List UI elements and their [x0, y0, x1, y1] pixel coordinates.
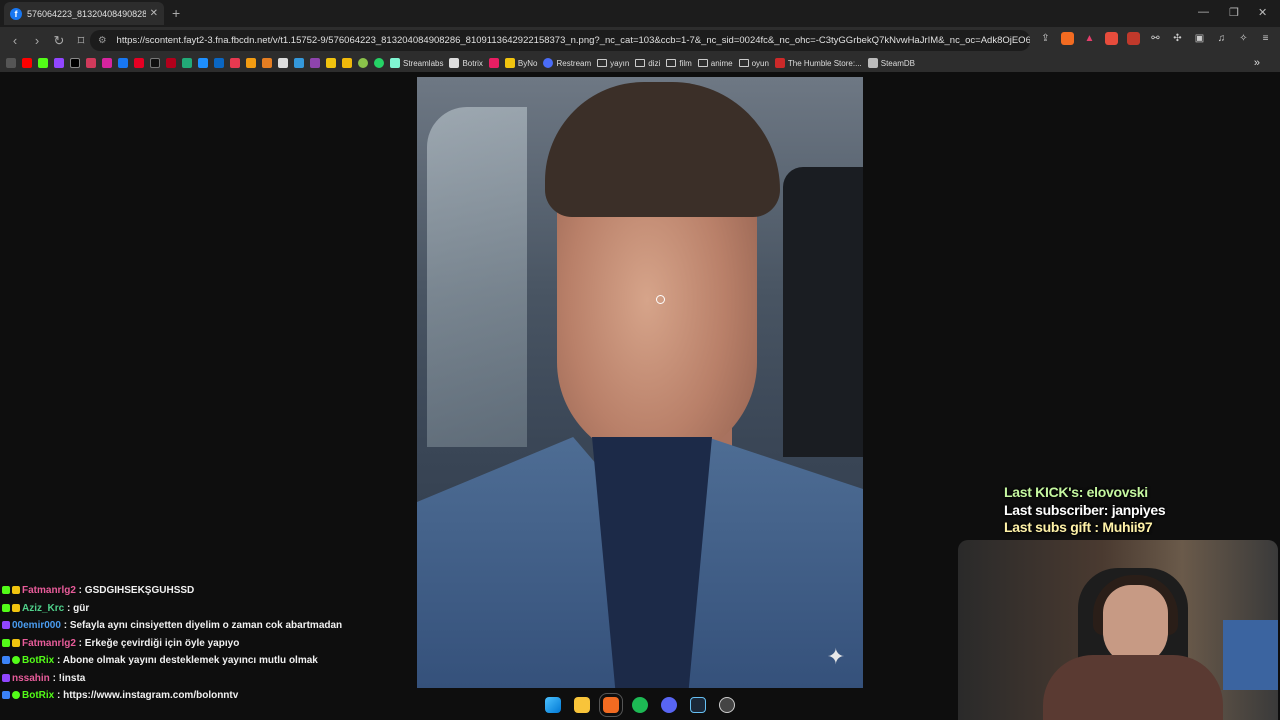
windows-start-icon[interactable] [545, 697, 561, 713]
folder-icon [697, 59, 708, 67]
discord-icon[interactable] [661, 697, 677, 713]
twitch-icon[interactable] [54, 58, 64, 68]
taskbar [0, 690, 1280, 720]
car-window [427, 107, 527, 447]
minimize-icon[interactable]: — [1198, 6, 1209, 18]
streamer-face [1103, 585, 1168, 665]
binance-icon[interactable] [342, 58, 352, 68]
toolbar-icons: ⇪ ▲ ⚯ ✣ ▣ ♫ ✧ ≡ [1039, 32, 1272, 45]
puzzle-icon[interactable]: ✣ [1171, 32, 1184, 45]
hair [545, 82, 780, 217]
folder-icon [738, 59, 749, 67]
obs-icon[interactable] [719, 697, 735, 713]
youtube-icon[interactable] [22, 58, 32, 68]
url-field[interactable]: ⚙ https://scontent.fayt2-3.fna.fbcdn.net… [90, 30, 1030, 51]
address-bar: ‹ › ↻ ⌑ ⚙ https://scontent.fayt2-3.fna.f… [0, 27, 1280, 54]
bookmark-restream[interactable]: Restream [543, 58, 591, 68]
close-icon[interactable]: ✕ [150, 8, 158, 19]
bookmark-folder-oyun[interactable]: oyun [738, 59, 769, 68]
bookmark-steamdb[interactable]: SteamDB [867, 58, 915, 68]
bookmark-streamlabs[interactable]: Streamlabs [390, 58, 443, 68]
forward-icon[interactable]: › [27, 33, 47, 48]
facebook-icon: f [10, 7, 22, 20]
site-icon[interactable] [310, 58, 320, 68]
site-icon[interactable] [488, 58, 499, 68]
last-gift-label: Last subs gift : Muhii97 [1004, 519, 1153, 535]
window-close-icon[interactable]: ✕ [1258, 6, 1267, 19]
image-viewer[interactable]: ✦ [417, 77, 863, 688]
last-kick-label: Last KICK's: elovovski [1004, 484, 1148, 500]
folder-icon [666, 59, 677, 67]
whatsapp-icon[interactable] [374, 58, 384, 68]
music-icon[interactable]: ♫ [1215, 32, 1228, 45]
share-icon[interactable]: ⇪ [1039, 32, 1052, 45]
chat-message: 00emir000 : Sefayla aynı cinsiyetten diy… [2, 617, 412, 635]
site-icon[interactable] [166, 58, 176, 68]
tab-bar: f 576064223_813204084908286_8 ✕ + — ❐ ✕ [0, 0, 1280, 27]
site-icon[interactable] [214, 58, 224, 68]
chat-message: Aziz_Krc : gür [2, 600, 412, 618]
site-icon[interactable] [198, 58, 208, 68]
amazon-icon[interactable] [278, 58, 288, 68]
sparkle-icon: ✦ [826, 644, 845, 669]
steam-icon[interactable] [690, 697, 706, 713]
brave-shield-icon[interactable] [1061, 32, 1074, 45]
file-explorer-icon[interactable] [574, 697, 590, 713]
stream-chat: Fatmanrlg2 : GSDGIHSEKŞGUHSSD Aziz_Krc :… [2, 582, 412, 705]
stream-alerts-overlay: Last KICK's: elovovski Last subscriber: … [1004, 484, 1166, 537]
site-icon[interactable] [86, 58, 96, 68]
extension-red-icon[interactable] [1127, 32, 1140, 45]
apps-icon[interactable] [6, 58, 16, 68]
wall-poster [1223, 620, 1278, 690]
bookmark-humble[interactable]: The Humble Store:... [774, 58, 862, 68]
extension-icon[interactable]: ⚯ [1149, 32, 1162, 45]
instagram-icon[interactable] [102, 58, 112, 68]
leo-icon[interactable]: ✧ [1237, 32, 1250, 45]
spotify-icon[interactable] [632, 697, 648, 713]
site-icon[interactable] [358, 58, 368, 68]
bookmark-folder-film[interactable]: film [666, 59, 692, 68]
chat-message: BotRix : Abone olmak yayını desteklemek … [2, 652, 412, 670]
pinterest-icon[interactable] [134, 58, 144, 68]
menu-icon[interactable]: ≡ [1259, 32, 1272, 45]
site-icon[interactable] [182, 58, 192, 68]
reload-icon[interactable]: ↻ [49, 33, 69, 49]
site-icon[interactable] [246, 58, 256, 68]
tiktok-icon[interactable] [150, 58, 160, 68]
bookmark-byno[interactable]: ByNo [504, 58, 537, 68]
site-icon[interactable] [262, 58, 272, 68]
bookmark-folder-yayin[interactable]: yayın [597, 59, 629, 68]
site-icon[interactable] [294, 58, 304, 68]
back-icon[interactable]: ‹ [5, 33, 25, 48]
bookmark-folder-dizi[interactable]: dizi [635, 59, 660, 68]
site-icon[interactable] [230, 58, 240, 68]
site-icon[interactable] [326, 58, 336, 68]
chat-message: nssahin : !insta [2, 670, 412, 688]
zoom-cursor-icon [656, 295, 665, 304]
last-subscriber-label: Last subscriber: janpiyes [1004, 501, 1166, 518]
kick-icon[interactable] [38, 58, 48, 68]
brave-rewards-icon[interactable]: ▲ [1083, 32, 1096, 45]
chat-message: Fatmanrlg2 : Erkeğe çevirdiği için öyle … [2, 635, 412, 653]
bookmark-folder-anime[interactable]: anime [697, 59, 733, 68]
site-info-icon[interactable]: ⚙ [98, 35, 107, 46]
gmail-extension-icon[interactable] [1105, 32, 1118, 45]
car-seat [783, 167, 863, 457]
folder-icon [597, 59, 608, 67]
folder-icon [635, 59, 646, 67]
more-bookmarks-icon[interactable]: » [1254, 57, 1260, 69]
brave-browser-icon[interactable] [599, 693, 623, 717]
bookmarks-bar: Streamlabs Botrix ByNo Restream yayın di… [0, 54, 1280, 72]
sidebar-icon[interactable]: ▣ [1193, 32, 1206, 45]
tab-title: 576064223_813204084908286_8 [27, 8, 146, 19]
new-tab-icon[interactable]: + [172, 5, 180, 21]
restore-icon[interactable]: ❐ [1229, 6, 1239, 19]
x-icon[interactable] [70, 58, 80, 68]
bookmark-icon[interactable]: ⌑ [71, 33, 91, 49]
facebook-icon[interactable] [118, 58, 128, 68]
url-text: https://scontent.fayt2-3.fna.fbcdn.net/v… [116, 35, 1030, 46]
bookmark-botrix[interactable]: Botrix [449, 58, 483, 68]
tab-active[interactable]: f 576064223_813204084908286_8 ✕ [4, 2, 164, 25]
chat-message: Fatmanrlg2 : GSDGIHSEKŞGUHSSD [2, 582, 412, 600]
